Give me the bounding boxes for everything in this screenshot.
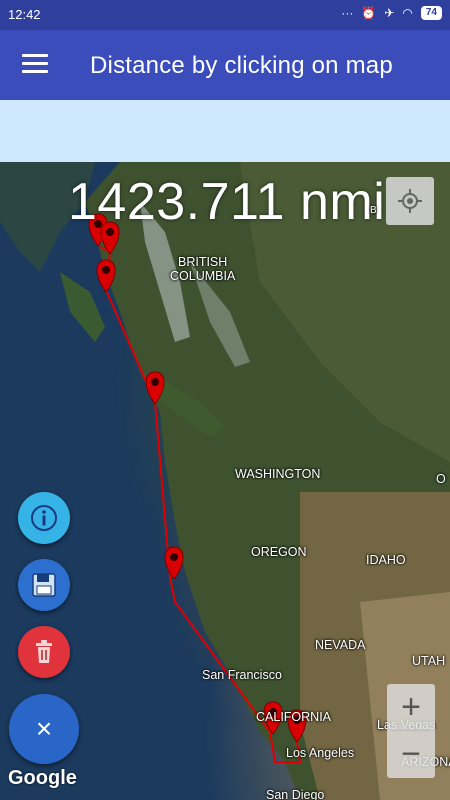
info-icon xyxy=(31,505,57,531)
map-label-california: CALIFORNIA xyxy=(256,710,332,724)
map-label-idaho: IDAHO xyxy=(366,553,406,567)
crosshair-icon xyxy=(398,189,422,213)
map-label-los-angeles: Los Angeles xyxy=(286,746,355,760)
map-label-san-diego: San Diego xyxy=(266,788,325,800)
zoom-in-button[interactable]: + xyxy=(387,684,435,730)
close-icon: × xyxy=(35,713,53,744)
my-location-button[interactable] xyxy=(386,177,434,225)
status-bar: 12:42 ··· ⏰ ✈ ◠ 74 xyxy=(0,0,450,30)
info-banner xyxy=(0,100,450,162)
floppy-disk-icon xyxy=(32,573,56,597)
distance-readout: 1423.711 nmi xyxy=(68,173,386,231)
map-label-nevada: NEVADA xyxy=(315,638,366,652)
delete-button[interactable] xyxy=(18,626,70,678)
status-icons: ··· ⏰ ✈ ◠ 74 xyxy=(341,6,442,20)
zoom-controls: + − xyxy=(387,684,435,778)
map-view[interactable]: 1423.711 nmi BRITISH COLUMBIA WASHINGTON… xyxy=(0,162,450,800)
map-label-san-francisco: San Francisco xyxy=(202,668,282,682)
zoom-out-button[interactable]: − xyxy=(387,731,435,777)
map-label-oregon: OREGON xyxy=(251,545,307,559)
battery-icon: 74 xyxy=(420,6,442,20)
page-title: Distance by clicking on map xyxy=(90,52,393,79)
trash-icon xyxy=(36,640,52,663)
map-label-british-columbia: BRITISH COLUMBIA xyxy=(170,255,236,283)
map-label-cut-right: B xyxy=(370,205,377,216)
map-label-washington: WASHINGTON xyxy=(235,467,321,481)
signal-dots-icon: ··· xyxy=(341,6,354,20)
close-menu-button[interactable]: × xyxy=(9,694,79,764)
airplane-icon: ✈ xyxy=(384,6,395,20)
alarm-icon: ⏰ xyxy=(361,6,377,20)
map-label-cut-left: O xyxy=(436,472,446,486)
info-button[interactable] xyxy=(18,492,70,544)
menu-icon[interactable] xyxy=(22,54,48,74)
route-marker[interactable] xyxy=(164,546,184,580)
map-label-utah: UTAH xyxy=(412,654,446,668)
app-bar: Distance by clicking on map xyxy=(0,30,450,100)
google-attribution: Google xyxy=(8,767,77,789)
wifi-icon: ◠ xyxy=(402,6,413,20)
save-button[interactable] xyxy=(18,559,70,611)
status-time: 12:42 xyxy=(8,7,41,22)
